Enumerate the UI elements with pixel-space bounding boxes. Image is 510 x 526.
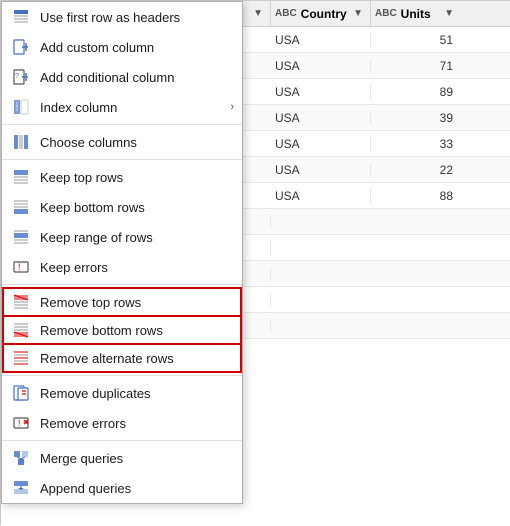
menu-item-remove-top-rows[interactable]: Remove top rows <box>2 287 242 317</box>
menu-separator-15 <box>2 375 242 376</box>
menu-item-remove-duplicates[interactable]: Remove duplicates <box>2 378 242 408</box>
cell-units: 89 <box>371 85 461 99</box>
menu-item-merge-queries[interactable]: Merge queries <box>2 443 242 473</box>
cell-units: 51 <box>371 33 461 47</box>
menu-item-use-first-row[interactable]: Use first row as headers <box>2 2 242 32</box>
remove-duplicates-icon <box>10 382 32 404</box>
period-dropdown-icon[interactable]: ▼ <box>250 6 266 21</box>
menu-item-add-custom-column[interactable]: Add custom column <box>2 32 242 62</box>
units-type-icon: ABC <box>375 8 397 19</box>
context-menu: Use first row as headers Add custom colum… <box>1 1 243 504</box>
remove-alternate-rows-icon <box>10 347 32 369</box>
remove-errors-icon: ! <box>10 412 32 434</box>
menu-item-keep-bottom-rows[interactable]: Keep bottom rows <box>2 192 242 222</box>
cell-country: USA <box>271 111 371 125</box>
append-queries-icon <box>10 477 32 499</box>
menu-label-add-conditional-column: Add conditional column <box>40 70 234 85</box>
cell-country: USA <box>271 137 371 151</box>
menu-item-keep-top-rows[interactable]: Keep top rows <box>2 162 242 192</box>
menu-item-remove-alternate-rows[interactable]: Remove alternate rows <box>2 343 242 373</box>
add-custom-column-icon <box>10 36 32 58</box>
remove-top-rows-icon <box>10 291 32 313</box>
menu-label-use-first-row: Use first row as headers <box>40 10 234 25</box>
country-label: Country <box>301 7 347 21</box>
menu-item-choose-columns[interactable]: Choose columns <box>2 127 242 157</box>
cell-country: USA <box>271 85 371 99</box>
cell-units: 22 <box>371 163 461 177</box>
index-column-icon: 12 <box>10 96 32 118</box>
merge-queries-icon <box>10 447 32 469</box>
main-container: ABC Period ▼ ABC Country ▼ ABC Units ▼ 1… <box>0 0 510 525</box>
add-conditional-column-icon: ? <box>10 66 32 88</box>
cell-units: 71 <box>371 59 461 73</box>
menu-separator-11 <box>2 284 242 285</box>
cell-units: 39 <box>371 111 461 125</box>
menu-item-keep-errors[interactable]: ! Keep errors <box>2 252 242 282</box>
remove-bottom-rows-icon <box>10 319 32 341</box>
cell-country: USA <box>271 163 371 177</box>
menu-label-keep-top-rows: Keep top rows <box>40 170 234 185</box>
menu-label-merge-queries: Merge queries <box>40 451 234 466</box>
menu-label-index-column: Index column <box>40 100 230 115</box>
menu-label-remove-duplicates: Remove duplicates <box>40 386 234 401</box>
menu-item-remove-errors[interactable]: ! Remove errors <box>2 408 242 438</box>
menu-item-keep-range-rows[interactable]: Keep range of rows <box>2 222 242 252</box>
menu-item-append-queries[interactable]: Append queries <box>2 473 242 503</box>
svg-text:!: ! <box>18 418 21 428</box>
use-first-row-icon <box>10 6 32 28</box>
units-dropdown-icon[interactable]: ▼ <box>441 6 457 21</box>
country-dropdown-icon[interactable]: ▼ <box>350 6 366 21</box>
svg-text:!: ! <box>18 262 21 272</box>
cell-country: USA <box>271 59 371 73</box>
menu-separator-18 <box>2 440 242 441</box>
country-column-header: ABC Country ▼ <box>271 1 371 26</box>
menu-item-remove-bottom-rows[interactable]: Remove bottom rows <box>2 315 242 345</box>
units-label: Units <box>401 7 431 21</box>
menu-item-add-conditional-column[interactable]: ? Add conditional column <box>2 62 242 92</box>
cell-units: 88 <box>371 189 461 203</box>
keep-errors-icon: ! <box>10 256 32 278</box>
menu-label-remove-alternate-rows: Remove alternate rows <box>40 351 234 366</box>
menu-label-add-custom-column: Add custom column <box>40 40 234 55</box>
menu-label-remove-errors: Remove errors <box>40 416 234 431</box>
menu-label-keep-bottom-rows: Keep bottom rows <box>40 200 234 215</box>
svg-text:?: ? <box>15 73 19 80</box>
keep-bottom-rows-icon <box>10 196 32 218</box>
units-column-header: ABC Units ▼ <box>371 1 461 26</box>
menu-separator-4 <box>2 124 242 125</box>
menu-label-remove-top-rows: Remove top rows <box>40 295 234 310</box>
menu-label-keep-errors: Keep errors <box>40 260 234 275</box>
menu-label-append-queries: Append queries <box>40 481 234 496</box>
menu-label-keep-range-rows: Keep range of rows <box>40 230 234 245</box>
menu-label-choose-columns: Choose columns <box>40 135 234 150</box>
svg-text:2: 2 <box>16 107 19 113</box>
keep-top-rows-icon <box>10 166 32 188</box>
country-type-icon: ABC <box>275 8 297 19</box>
choose-columns-icon <box>10 131 32 153</box>
menu-arrow-index-column: › <box>230 101 234 113</box>
keep-range-rows-icon <box>10 226 32 248</box>
cell-country: USA <box>271 33 371 47</box>
menu-separator-6 <box>2 159 242 160</box>
cell-country: USA <box>271 189 371 203</box>
menu-item-index-column[interactable]: 12 Index column› <box>2 92 242 122</box>
menu-label-remove-bottom-rows: Remove bottom rows <box>40 323 234 338</box>
cell-units: 33 <box>371 137 461 151</box>
